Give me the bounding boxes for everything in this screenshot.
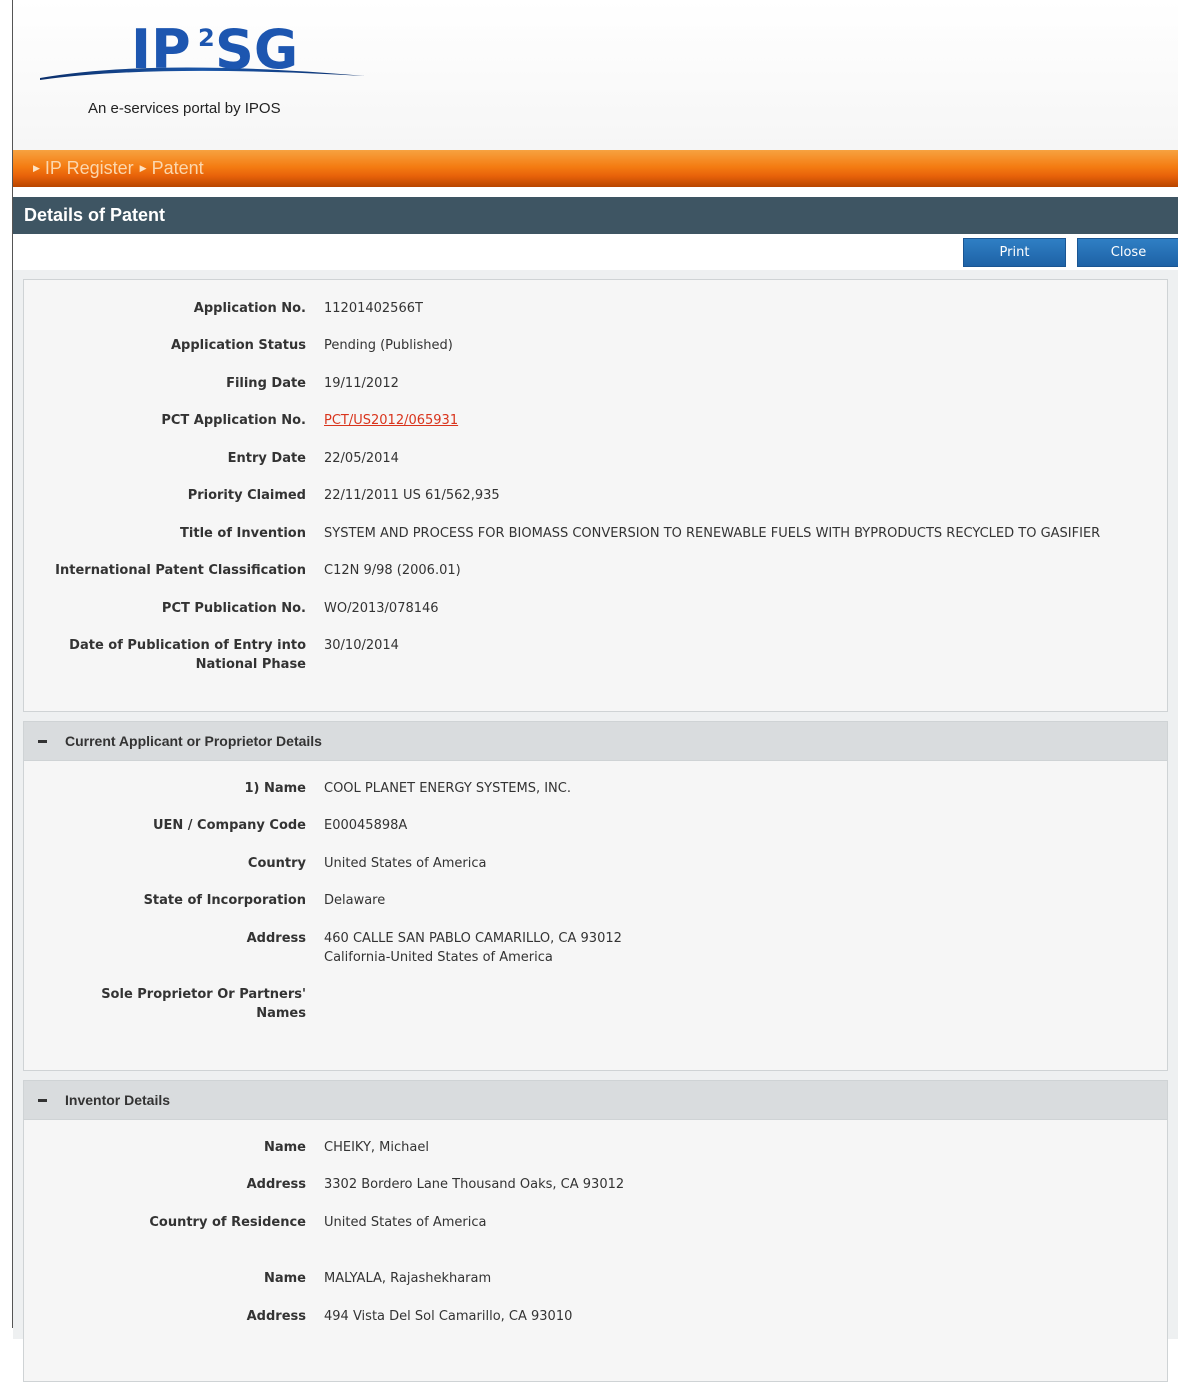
page-title: Details of Patent <box>13 197 1178 234</box>
applicant-name: COOL PLANET ENERGY SYSTEMS, INC. <box>324 781 571 796</box>
inventor-section-header[interactable]: Inventor Details <box>24 1081 1167 1120</box>
field-row: Priority Claimed 22/11/2011 US 61/562,93… <box>24 486 1167 524</box>
breadcrumb: ▶ IP Register ▶ Patent <box>13 150 1178 187</box>
field-row: PCT Publication No. WO/2013/078146 <box>24 599 1167 636</box>
field-row: Application Status Pending (Published) <box>24 336 1167 374</box>
field-label: PCT Publication No. <box>161 601 306 616</box>
field-label: 1) Name <box>244 781 306 796</box>
applicant-country: United States of America <box>324 856 487 871</box>
inventor-panel: Inventor Details Name CHEIKY, Michael Ad… <box>23 1080 1168 1382</box>
field-label: PCT Application No. <box>161 413 306 428</box>
field-label: International Patent Classification <box>55 563 306 578</box>
field-row: Application No. 11201402566T <box>24 299 1167 336</box>
breadcrumb-item-patent[interactable]: ▶ Patent <box>140 158 204 179</box>
patent-classification: C12N 9/98 (2006.01) <box>324 563 461 578</box>
field-row: International Patent Classification C12N… <box>24 561 1167 599</box>
field-label: Name <box>263 1271 306 1286</box>
field-label: Name <box>263 1140 306 1155</box>
page: IP 2 SG An e-services portal by IPOS ▶ I… <box>13 0 1178 1382</box>
field-label: Address <box>246 931 306 946</box>
application-status: Pending (Published) <box>324 338 453 353</box>
applicant-section-header[interactable]: Current Applicant or Proprietor Details <box>24 722 1167 761</box>
field-label: Application No. <box>193 301 306 316</box>
field-label: Country <box>247 856 306 871</box>
pct-publication-number: WO/2013/078146 <box>324 601 439 616</box>
toolbar: Print Close <box>13 234 1178 270</box>
applicant-panel: Current Applicant or Proprietor Details … <box>23 721 1168 1071</box>
pct-application-link[interactable]: PCT/US2012/065931 <box>324 413 458 428</box>
inventor-name: MALYALA, Rajashekharam <box>324 1271 492 1286</box>
svg-text:SG: SG <box>215 18 298 81</box>
section-title: Current Applicant or Proprietor Details <box>65 733 322 749</box>
company-code: E00045898A <box>324 818 408 833</box>
field-row: Country of Residence United States of Am… <box>24 1213 1167 1269</box>
field-row: Country United States of America <box>24 854 1167 891</box>
inventor-address: 3302 Bordero Lane Thousand Oaks, CA 9301… <box>324 1177 625 1192</box>
ip2sg-logo[interactable]: IP 2 SG <box>35 16 375 95</box>
svg-text:2: 2 <box>198 24 215 52</box>
sole-proprietor-names <box>324 985 1167 1023</box>
inventor-residence: United States of America <box>324 1215 487 1230</box>
filing-date: 19/11/2012 <box>324 376 399 391</box>
field-label: Country of Residence <box>149 1215 306 1230</box>
field-label: Date of Publication of Entry into Nationa… <box>69 638 306 672</box>
triangle-right-icon: ▶ <box>33 163 40 173</box>
breadcrumb-item-ip-register[interactable]: ▶ IP Register <box>33 158 134 179</box>
patent-details-panel: Application No. 11201402566T Application… <box>23 279 1168 712</box>
triangle-right-icon: ▶ <box>139 163 147 173</box>
inventor-address: 494 Vista Del Sol Camarillo, CA 93010 <box>324 1309 573 1324</box>
print-button[interactable]: Print <box>963 238 1066 267</box>
field-label: Address <box>246 1177 306 1192</box>
field-label: Filing Date <box>226 376 306 391</box>
field-row: State of Incorporation Delaware <box>24 891 1167 929</box>
title-of-invention: SYSTEM AND PROCESS FOR BIOMASS CONVERSIO… <box>324 526 1101 541</box>
applicant-address: 460 CALLE SAN PABLO CAMARILLO, CA 93012 C… <box>324 931 622 965</box>
header: IP 2 SG An e-services portal by IPOS <box>13 0 1178 150</box>
content: Application No. 11201402566T Application… <box>13 270 1178 1382</box>
field-row: Sole Proprietor Or Partners' Names <box>24 985 1167 1023</box>
logo-tagline: An e-services portal by IPOS <box>88 100 281 117</box>
field-row: 1) Name COOL PLANET ENERGY SYSTEMS, INC. <box>24 779 1167 816</box>
field-label: Title of Invention <box>180 526 306 541</box>
svg-text:IP: IP <box>131 18 191 81</box>
priority-claimed: 22/11/2011 US 61/562,935 <box>324 488 500 503</box>
collapse-icon[interactable] <box>38 1098 47 1102</box>
field-label: UEN / Company Code <box>152 818 306 833</box>
publication-date: 30/10/2014 <box>324 638 399 653</box>
field-label: Entry Date <box>227 451 306 466</box>
section-title: Inventor Details <box>65 1092 171 1108</box>
field-label: State of Incorporation <box>143 893 306 908</box>
collapse-icon[interactable] <box>38 739 47 743</box>
field-row: Address 3302 Bordero Lane Thousand Oaks,… <box>24 1175 1167 1213</box>
field-row: Address 460 CALLE SAN PABLO CAMARILLO, C… <box>24 929 1167 985</box>
field-label: Sole Proprietor Or Partners' Names <box>101 987 306 1021</box>
field-row: Name CHEIKY, Michael <box>24 1138 1167 1175</box>
application-number: 11201402566T <box>324 301 423 316</box>
inventor-name: CHEIKY, Michael <box>324 1140 429 1155</box>
field-row: Name MALYALA, Rajashekharam <box>24 1269 1167 1307</box>
field-label: Address <box>246 1309 306 1324</box>
field-row: Title of Invention SYSTEM AND PROCESS FO… <box>24 524 1167 561</box>
field-row: PCT Application No. PCT/US2012/065931 <box>24 411 1167 449</box>
field-row: Date of Publication of Entry into Nationa… <box>24 636 1167 674</box>
field-label: Application Status <box>170 338 306 353</box>
field-row: Filing Date 19/11/2012 <box>24 374 1167 411</box>
state-of-incorporation: Delaware <box>324 893 386 908</box>
close-button[interactable]: Close <box>1077 238 1178 267</box>
field-label: Priority Claimed <box>187 488 306 503</box>
field-row: Address 494 Vista Del Sol Camarillo, CA … <box>24 1307 1167 1344</box>
entry-date: 22/05/2014 <box>324 451 399 466</box>
pct-application-number: PCT/US2012/065931 <box>324 411 1167 449</box>
field-row: Entry Date 22/05/2014 <box>24 449 1167 486</box>
field-row: UEN / Company Code E00045898A <box>24 816 1167 854</box>
